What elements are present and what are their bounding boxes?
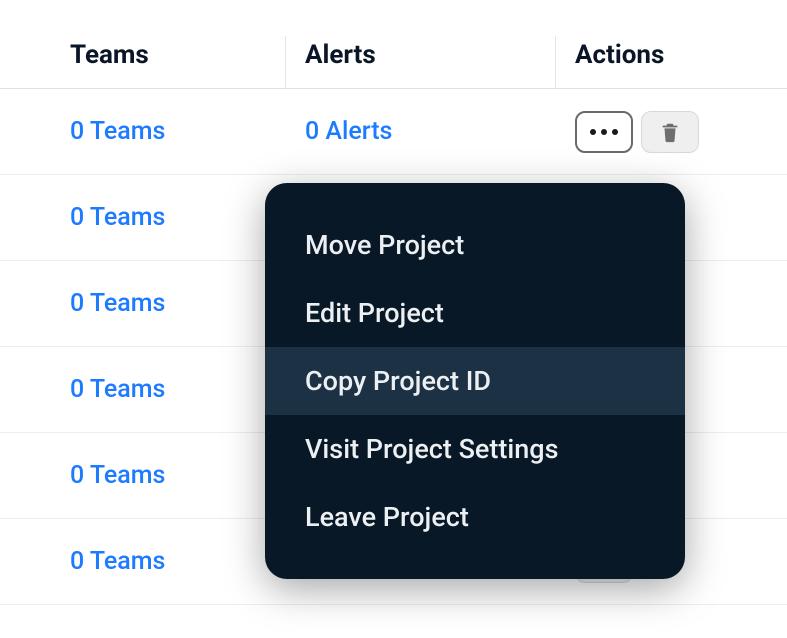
table-header-row: Teams Alerts Actions <box>0 40 787 89</box>
separator <box>555 36 556 88</box>
project-actions-dropdown: Move ProjectEdit ProjectCopy Project IDV… <box>265 183 685 579</box>
header-actions: Actions <box>575 40 664 70</box>
header-teams: Teams <box>70 40 149 70</box>
teams-link[interactable]: 0 Teams <box>70 461 165 490</box>
teams-link[interactable]: 0 Teams <box>70 117 165 146</box>
delete-button[interactable] <box>641 111 699 153</box>
dropdown-item[interactable]: Visit Project Settings <box>265 415 685 483</box>
dropdown-item[interactable]: Move Project <box>265 211 685 279</box>
dropdown-item[interactable]: Leave Project <box>265 483 685 551</box>
teams-link[interactable]: 0 Teams <box>70 547 165 576</box>
header-alerts: Alerts <box>305 40 376 70</box>
separator <box>285 36 286 88</box>
more-actions-button[interactable] <box>575 111 633 153</box>
teams-link[interactable]: 0 Teams <box>70 203 165 232</box>
dropdown-item[interactable]: Edit Project <box>265 279 685 347</box>
table-row: 0 Teams 0 Alerts <box>0 89 787 175</box>
dropdown-item[interactable]: Copy Project ID <box>265 347 685 415</box>
trash-icon <box>659 120 681 144</box>
teams-link[interactable]: 0 Teams <box>70 289 165 318</box>
ellipsis-icon <box>590 129 618 135</box>
teams-link[interactable]: 0 Teams <box>70 375 165 404</box>
alerts-link[interactable]: 0 Alerts <box>305 117 392 146</box>
